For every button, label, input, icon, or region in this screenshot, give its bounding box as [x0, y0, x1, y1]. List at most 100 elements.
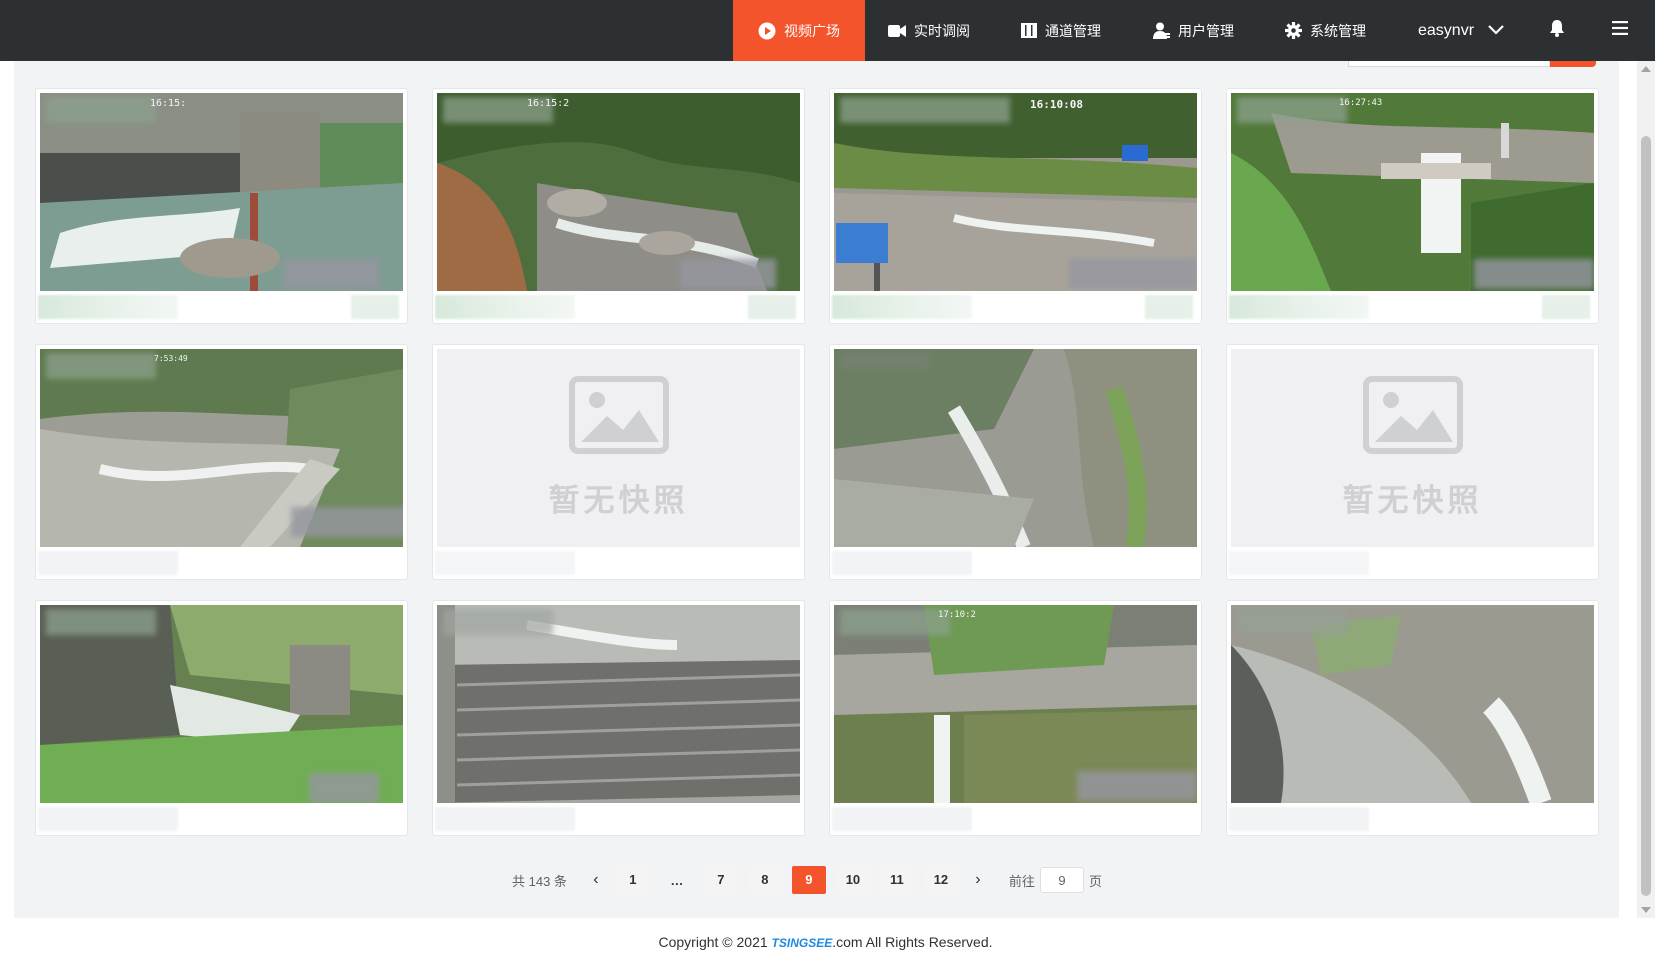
osd-blur	[1237, 97, 1347, 123]
play-circle-icon	[758, 22, 776, 40]
channel-card[interactable]	[432, 600, 805, 836]
scroll-down-arrow-icon[interactable]	[1641, 907, 1651, 913]
channel-card[interactable]: 7:53:49	[35, 344, 408, 580]
page-button-9[interactable]: 9	[791, 866, 826, 894]
osd-blur	[1077, 771, 1197, 801]
page-button-8[interactable]: 8	[747, 866, 782, 894]
nav-label: 视频广场	[784, 22, 840, 39]
page-button-12[interactable]: 12	[923, 866, 958, 894]
chevron-down-icon	[1488, 22, 1504, 40]
gear-icon	[1285, 22, 1302, 39]
no-snapshot-placeholder[interactable]: 暂无快照	[1231, 349, 1594, 547]
channel-card[interactable]	[829, 344, 1202, 580]
users-icon	[1153, 22, 1170, 39]
channel-card[interactable]: 16:15:2	[432, 88, 805, 324]
channel-name-blur	[1229, 295, 1369, 319]
search-button[interactable]	[1550, 61, 1596, 67]
channel-snapshot[interactable]	[834, 349, 1197, 547]
page-button-1[interactable]: 1	[615, 866, 650, 894]
channel-card[interactable]: 16:15:	[35, 88, 408, 324]
channel-snapshot[interactable]: 7:53:49	[40, 349, 403, 547]
channel-name-blur	[832, 807, 972, 831]
goto-label: 前往	[1008, 873, 1035, 889]
nav-system-management[interactable]: 系统管理	[1285, 0, 1366, 61]
nav-label: 实时调阅	[914, 22, 970, 39]
channel-name-blur	[435, 551, 575, 575]
osd-blur	[840, 353, 930, 369]
osd-timestamp: 17:10:2	[938, 610, 976, 620]
no-snapshot-text: 暂无快照	[1342, 483, 1483, 519]
search-input[interactable]	[1348, 61, 1550, 67]
scroll-up-arrow-icon[interactable]	[1641, 66, 1651, 72]
channel-status-blur	[748, 295, 796, 319]
channel-card[interactable]: 16:10:08	[829, 88, 1202, 324]
nav-user-management[interactable]: 用户管理	[1153, 0, 1234, 61]
nav-label: 用户管理	[1178, 22, 1234, 39]
osd-blur	[840, 97, 1010, 123]
page-ellipsis[interactable]: …	[660, 873, 694, 888]
nav-live-view[interactable]: 实时调阅	[888, 0, 970, 61]
video-camera-icon	[888, 24, 906, 38]
goto-suffix: 页	[1088, 873, 1102, 889]
osd-blur	[291, 507, 403, 537]
channel-snapshot[interactable]: 16:27:43	[1231, 93, 1594, 291]
channel-card[interactable]	[35, 600, 408, 836]
page-button-7[interactable]: 7	[703, 866, 738, 894]
channel-name-blur	[435, 295, 575, 319]
channel-status-blur	[1145, 295, 1193, 319]
user-menu[interactable]: easynvr	[1418, 0, 1504, 61]
channel-card[interactable]: 暂无快照	[432, 344, 805, 580]
username: easynvr	[1418, 21, 1475, 39]
footer-copyright: Copyright © 2021 TSINGSEE.com All Rights…	[0, 934, 1651, 950]
nav-channel-management[interactable]: 通道管理	[1021, 0, 1101, 61]
channel-card[interactable]: 17:10:2	[829, 600, 1202, 836]
osd-timestamp: 16:15:	[150, 98, 187, 109]
top-navbar: 视频广场 实时调阅 通道管理 用户管理 系统管理 easynvr	[0, 0, 1655, 61]
scroll-thumb[interactable]	[1641, 136, 1651, 896]
page-button-10[interactable]: 10	[835, 866, 870, 894]
osd-timestamp: 16:10:08	[1030, 98, 1083, 111]
pagination: 共 143 条 ‹ 1 … 7 8 9 10 11 12 › 前往 页	[512, 866, 1102, 894]
bell-icon[interactable]	[1549, 19, 1565, 42]
nav-label: 系统管理	[1310, 22, 1366, 39]
channel-status-blur	[351, 295, 399, 319]
channel-name-blur	[832, 551, 972, 575]
columns-icon	[1021, 23, 1037, 38]
hamburger-menu-icon[interactable]	[1612, 21, 1628, 40]
channel-snapshot[interactable]: 16:15:	[40, 93, 403, 291]
prev-page-button[interactable]: ‹	[581, 871, 611, 889]
goto-page-input[interactable]	[1039, 867, 1084, 893]
channel-status-blur	[1542, 295, 1590, 319]
channel-name-blur	[435, 807, 575, 831]
channel-card[interactable]: 16:27:43	[1226, 88, 1599, 324]
channel-snapshot[interactable]: 16:10:08	[834, 93, 1197, 291]
brand-logo-text[interactable]: TSINGSEE	[772, 936, 833, 950]
osd-blur	[680, 259, 776, 289]
image-placeholder-icon	[568, 376, 669, 459]
osd-timestamp: 7:53:49	[154, 354, 188, 363]
osd-blur	[309, 773, 379, 803]
no-snapshot-placeholder[interactable]: 暂无快照	[437, 349, 800, 547]
channel-snapshot[interactable]	[40, 605, 403, 803]
pagination-total: 共 143 条	[512, 873, 567, 889]
channel-name-blur	[832, 295, 972, 319]
channel-name-blur	[38, 551, 178, 575]
page-scrollbar[interactable]	[1637, 61, 1655, 918]
goto-page: 前往 页	[1009, 867, 1102, 893]
channel-card[interactable]	[1226, 600, 1599, 836]
osd-blur	[283, 259, 379, 289]
image-placeholder-icon	[1362, 376, 1463, 459]
osd-blur	[840, 609, 950, 635]
channel-snapshot[interactable]	[1231, 605, 1594, 803]
copyright-prefix: Copyright © 2021	[658, 934, 772, 950]
next-page-button[interactable]: ›	[963, 871, 993, 889]
osd-blur	[46, 353, 156, 379]
page-button-11[interactable]: 11	[879, 866, 914, 894]
channel-snapshot[interactable]	[437, 605, 800, 803]
channel-snapshot[interactable]: 17:10:2	[834, 605, 1197, 803]
nav-video-square[interactable]: 视频广场	[733, 0, 865, 61]
channel-snapshot[interactable]: 16:15:2	[437, 93, 800, 291]
osd-blur	[46, 609, 156, 635]
channel-card[interactable]: 暂无快照	[1226, 344, 1599, 580]
channel-name-blur	[1229, 807, 1369, 831]
